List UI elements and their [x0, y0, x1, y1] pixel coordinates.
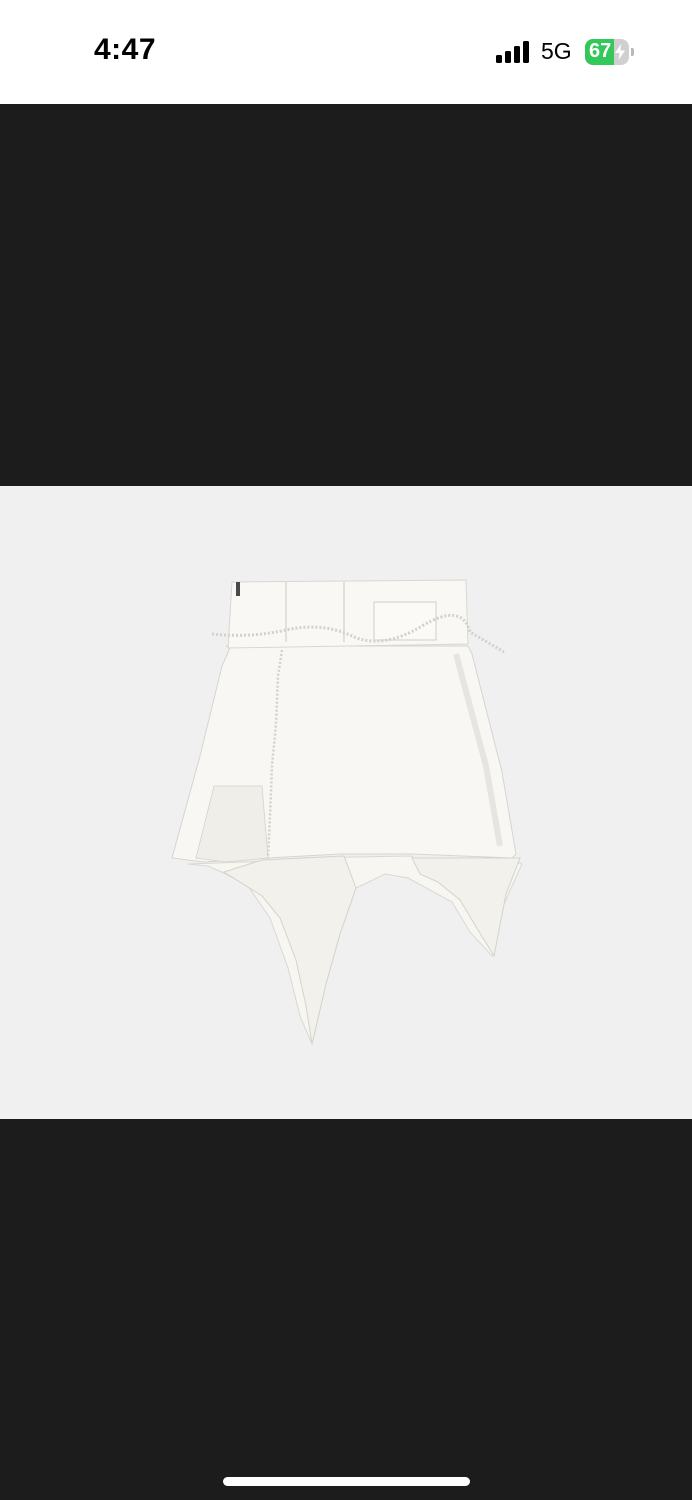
viewer-bottom-backdrop	[0, 1119, 692, 1500]
network-type-label: 5G	[541, 38, 572, 64]
battery-cap	[631, 48, 634, 56]
battery-body: 67	[585, 39, 629, 65]
home-indicator[interactable]	[223, 1477, 470, 1486]
battery-icon: 67	[585, 39, 635, 65]
charging-bolt-icon	[615, 44, 625, 60]
skirt-zipper	[236, 582, 240, 596]
battery-percent: 67	[589, 40, 612, 62]
status-bar: 4:47 5G 67	[0, 0, 692, 104]
product-photo[interactable]	[0, 486, 692, 1119]
status-time: 4:47	[94, 33, 157, 66]
cellular-signal-icon	[496, 41, 529, 63]
viewer-top-backdrop	[0, 104, 692, 486]
skirt-right-drape	[411, 857, 521, 958]
white-asymmetric-skirt-image	[171, 579, 523, 1046]
